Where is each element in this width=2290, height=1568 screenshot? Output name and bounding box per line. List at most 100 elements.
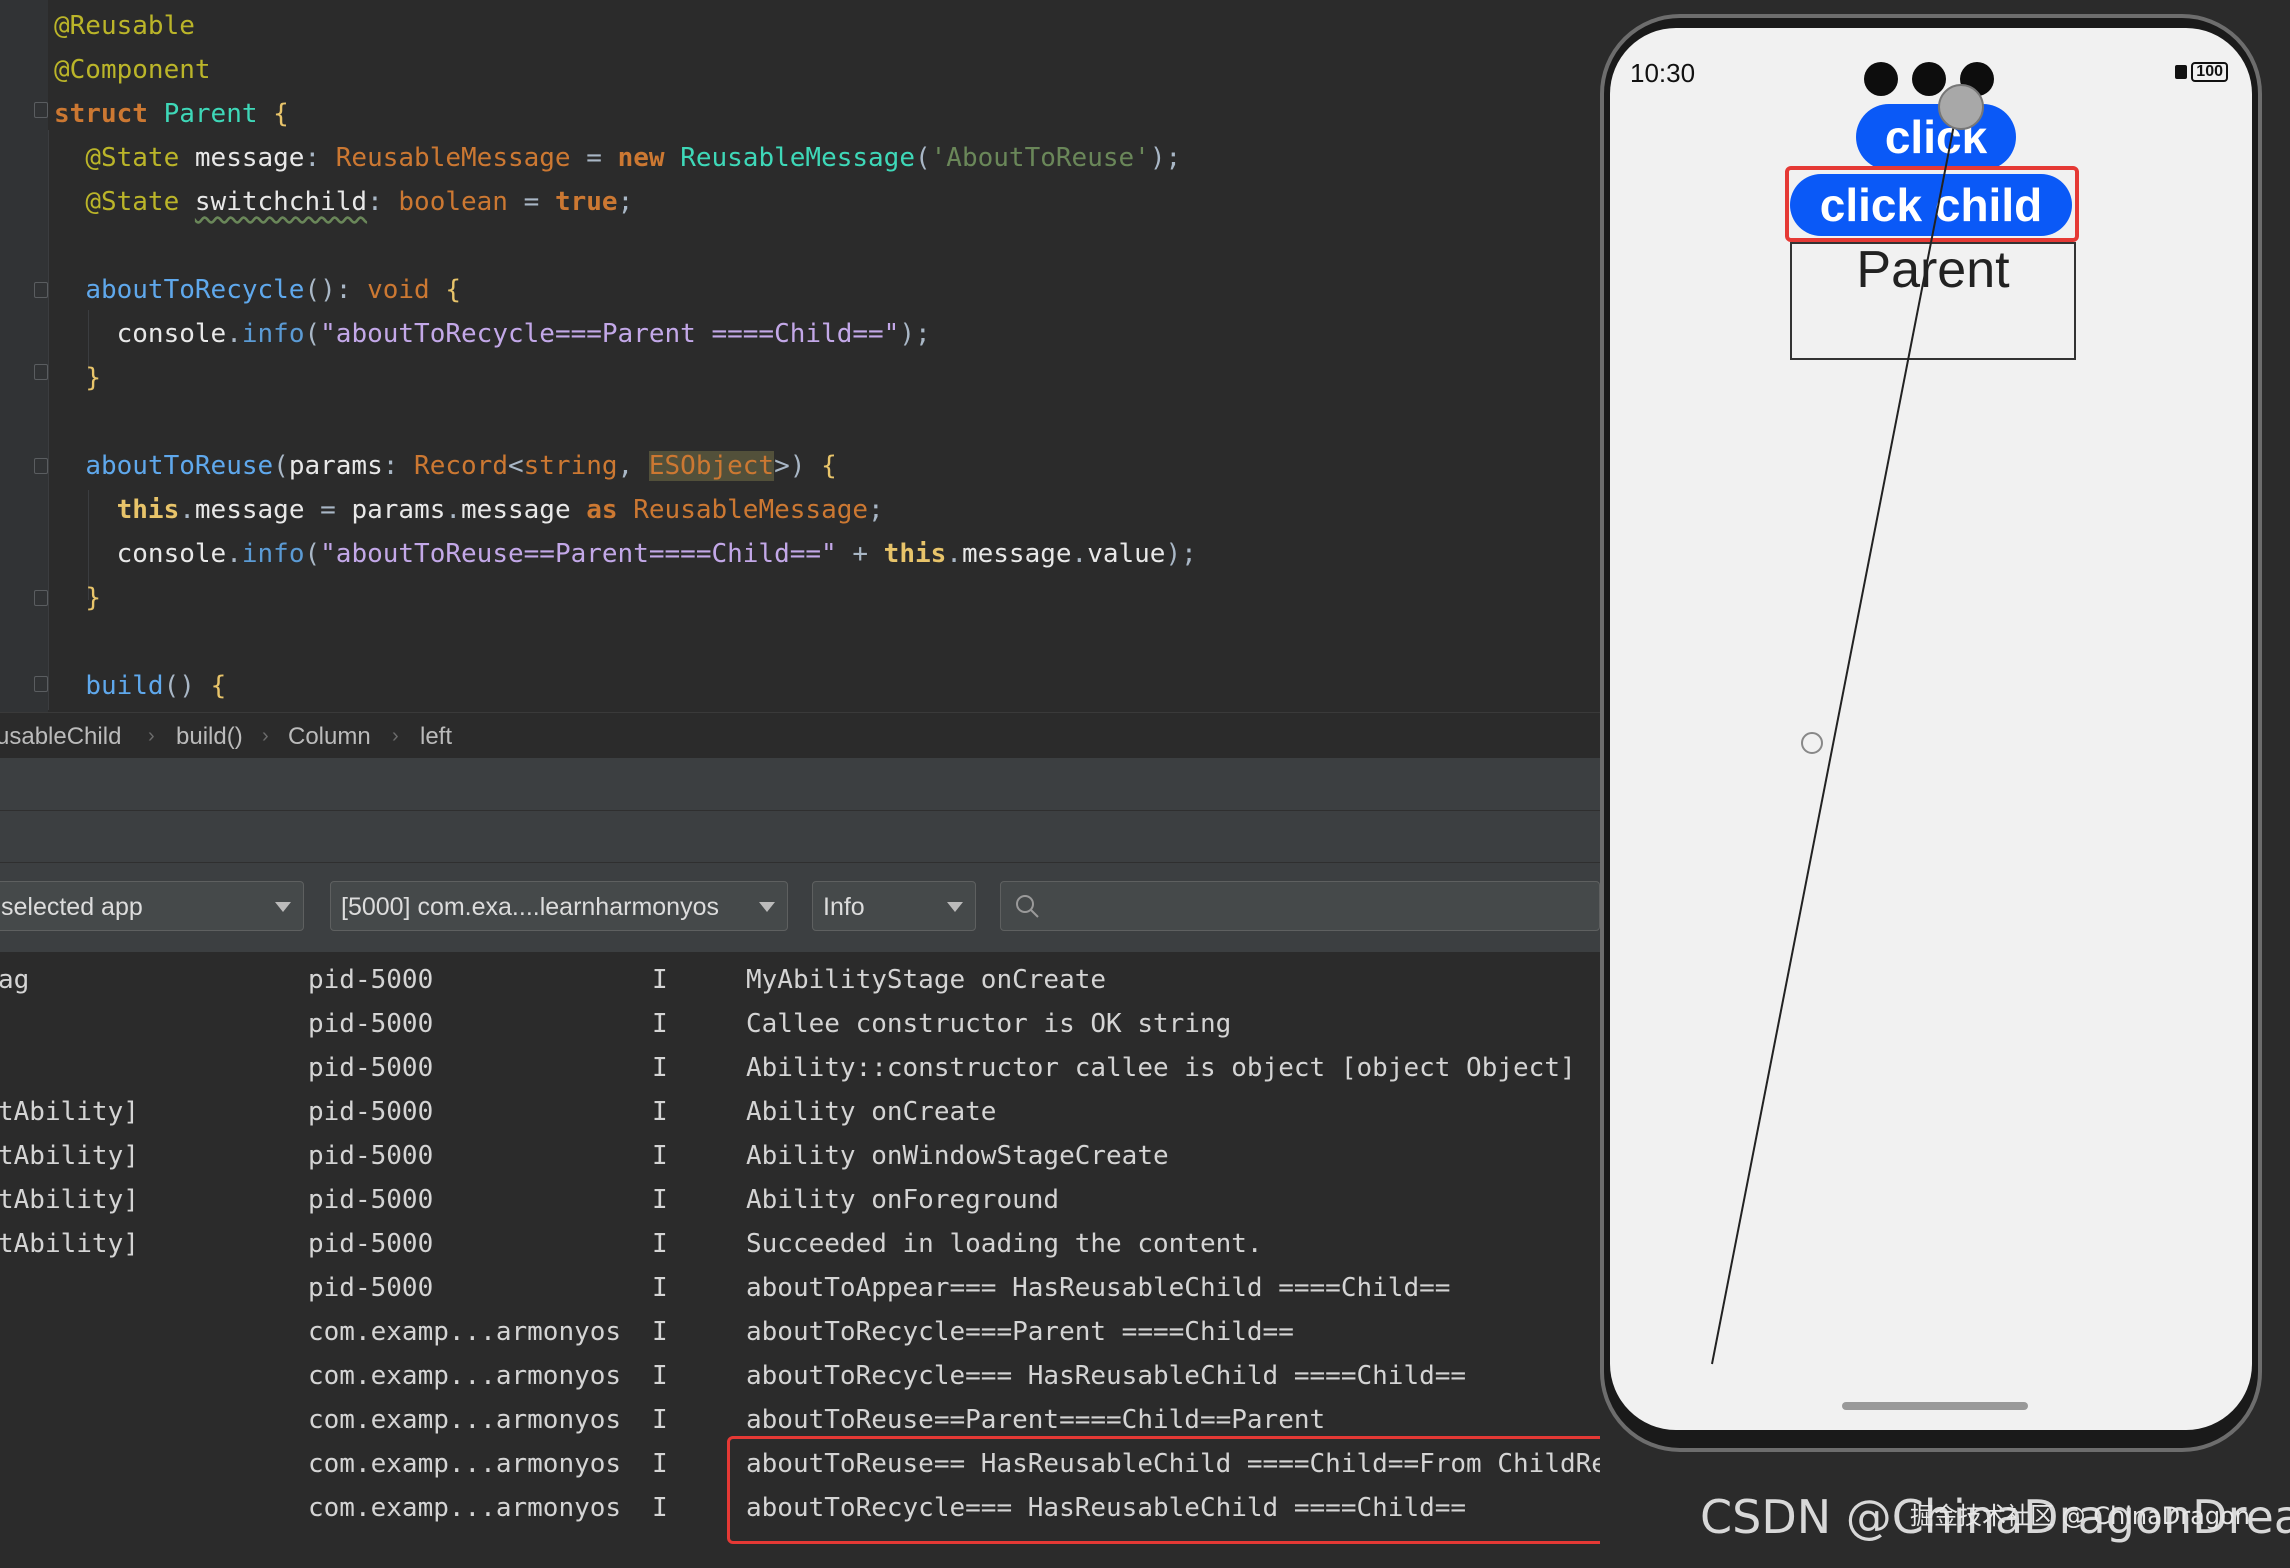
log-pid: pid-5000 (308, 1229, 434, 1259)
code-token: void (367, 275, 446, 305)
level-select-value: Info (823, 893, 865, 921)
log-row[interactable]: pid-5000 I Callee constructor is OK string (0, 1002, 1600, 1046)
code-token: message (194, 495, 305, 525)
code-token: Parent (163, 99, 274, 129)
home-indicator[interactable] (1842, 1402, 2028, 1410)
breadcrumb-separator: › (262, 725, 269, 747)
log-pid: com.examp...armonyos (308, 1361, 622, 1391)
code-token: ReusableMessage (680, 143, 915, 173)
code-token: struct (54, 99, 164, 129)
code-token: : (304, 143, 336, 173)
code-token: message (961, 539, 1072, 569)
code-token: + (836, 539, 884, 569)
editor-gutter (0, 0, 48, 712)
log-row[interactable]: tAbility] pid-5000 I Ability onForeground (0, 1178, 1600, 1222)
log-level: I (652, 1405, 668, 1435)
code-token: value (1087, 539, 1166, 569)
log-row[interactable]: tAbility] pid-5000 I Ability onWindowStageC… (0, 1134, 1600, 1178)
log-row[interactable]: tAbility] pid-5000 I Ability onCreate (0, 1090, 1600, 1134)
code-token: . (946, 539, 962, 569)
breadcrumb-item[interactable]: usableChild (0, 723, 121, 751)
log-message: Ability onCreate (746, 1097, 997, 1127)
code-token: @State (85, 143, 195, 173)
log-pid: com.examp...armonyos (308, 1317, 622, 1347)
code-token: string (523, 451, 618, 481)
code-token: } (85, 363, 101, 393)
log-tag: tAbility] (0, 1229, 139, 1259)
gesture-center-point (1801, 732, 1823, 754)
panel-tabs (0, 810, 1600, 863)
code-line: aboutToRecycle(): void { (54, 268, 461, 312)
code-token: (): (304, 275, 368, 305)
log-level: I (652, 1449, 668, 1479)
code-token: . (179, 495, 195, 525)
code-token: boolean (398, 187, 508, 217)
code-token: params (288, 451, 383, 481)
phone-screen[interactable]: 10:30 100 click click child Parent (1610, 28, 2252, 1430)
log-row[interactable]: pid-5000 IaboutToAppear=== HasReusableChi… (0, 1266, 1600, 1310)
log-row[interactable]: tAbility] pid-5000 I Succeeded in loading t… (0, 1222, 1600, 1266)
chevron-down-icon (947, 902, 963, 912)
app-select[interactable]: selected app (0, 881, 304, 931)
code-token: "aboutToRecycle===Parent ====Child==" (320, 319, 900, 349)
breadcrumb: usableChild › build() › Column › left (0, 712, 1600, 759)
log-pid: pid-5000 (308, 1273, 434, 1303)
code-token: console (116, 539, 227, 569)
code-token: this (883, 539, 947, 569)
code-token: ReusableMessage (335, 143, 571, 173)
process-select[interactable]: [5000] com.exa....learnharmonyos (330, 881, 788, 931)
code-line: } (54, 576, 101, 620)
code-token: as (586, 495, 634, 525)
code-token: () (163, 671, 211, 701)
code-token: ( (304, 319, 321, 349)
log-row[interactable]: pid-5000 I Ability::constructor callee is … (0, 1046, 1600, 1090)
breadcrumb-item[interactable]: Column (288, 723, 371, 751)
log-message: MyAbilityStage onCreate (746, 965, 1107, 995)
code-token: params (351, 495, 446, 525)
log-row[interactable]: com.examp...armonyos IaboutToRecycle=== H… (0, 1354, 1600, 1398)
code-token: ; (617, 187, 634, 217)
log-level: I (652, 1097, 668, 1127)
indent-guide (48, 130, 49, 710)
breadcrumb-item[interactable]: left (420, 723, 452, 751)
code-token: . (226, 319, 242, 349)
fold-icon[interactable] (34, 590, 48, 606)
log-row[interactable]: ag pid-5000 I MyAbilityStage onCreate (0, 958, 1600, 1002)
fold-icon[interactable] (34, 102, 48, 118)
code-token: = (507, 187, 555, 217)
code-line: @State message: ReusableMessage = new Re… (54, 136, 1181, 180)
log-pid: pid-5000 (308, 1053, 434, 1083)
process-select-value: [5000] com.exa....learnharmonyos (341, 893, 719, 921)
code-token: ( (915, 143, 931, 173)
gesture-line (1711, 93, 1961, 1365)
level-select[interactable]: Info (812, 881, 976, 931)
log-output[interactable]: ag pid-5000 I MyAbilityStage onCreate pid-50… (0, 952, 1663, 1568)
log-row[interactable]: com.examp...armonyos IaboutToRecycle===Pa… (0, 1310, 1600, 1354)
code-token: Record (414, 451, 508, 481)
log-message: aboutToAppear=== HasReusableChild ====Ch… (746, 1273, 1451, 1303)
code-editor[interactable]: @Reusable @Component struct Parent { @Stat… (0, 0, 1600, 712)
log-pid: com.examp...armonyos (308, 1449, 622, 1479)
code-line: console.info("aboutToReuse==Parent====Ch… (54, 532, 1197, 576)
fold-icon[interactable] (34, 458, 48, 474)
log-message: aboutToRecycle=== HasReusableChild ====C… (746, 1361, 1467, 1391)
fold-icon[interactable] (34, 282, 48, 298)
code-token: @State (85, 187, 195, 217)
breadcrumb-item[interactable]: build() (176, 723, 243, 751)
code-token: { (210, 671, 227, 701)
fold-icon[interactable] (34, 676, 48, 692)
log-level: I (652, 1317, 668, 1347)
fold-icon[interactable] (34, 364, 48, 380)
log-message: Ability::constructor callee is object [o… (746, 1053, 1576, 1083)
log-level: I (652, 1493, 668, 1523)
log-search-input[interactable] (1000, 881, 1600, 931)
log-level: I (652, 1185, 668, 1215)
code-token: { (821, 451, 837, 481)
code-token: . (1071, 539, 1088, 569)
